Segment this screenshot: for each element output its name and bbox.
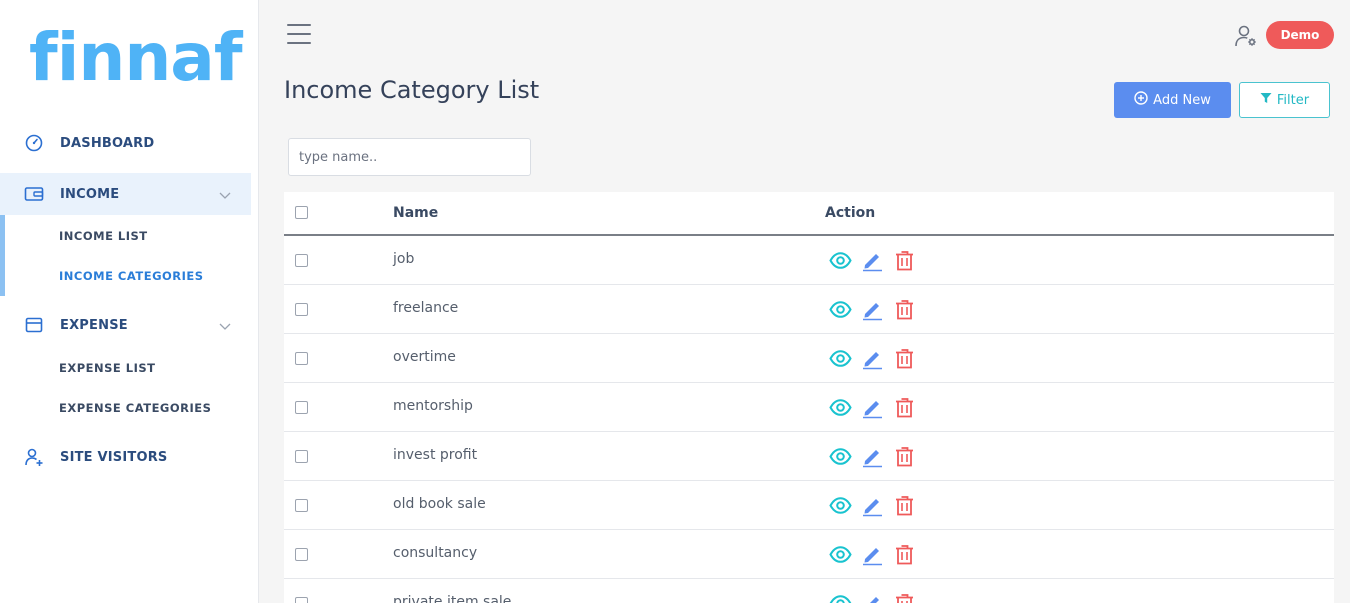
pencil-icon[interactable] <box>861 396 884 419</box>
category-name: freelance <box>393 300 459 316</box>
sidebar-item-income[interactable]: INCOME <box>0 173 251 215</box>
pencil-icon[interactable] <box>861 494 884 517</box>
row-checkbox[interactable] <box>295 548 308 561</box>
card-icon <box>24 315 44 335</box>
sidebar-subitem-expense-list[interactable]: EXPENSE LIST <box>59 361 156 375</box>
row-actions <box>829 592 916 603</box>
table-header: Name Action <box>284 192 1334 236</box>
row-checkbox[interactable] <box>295 499 308 512</box>
trash-icon[interactable] <box>893 347 916 370</box>
wallet-icon <box>24 184 44 204</box>
table-row: overtime <box>284 334 1334 383</box>
eye-icon[interactable] <box>829 543 852 566</box>
add-new-button[interactable]: Add New <box>1114 82 1231 118</box>
sidebar-subitem-expense-categories[interactable]: EXPENSE CATEGORIES <box>59 401 211 415</box>
row-checkbox[interactable] <box>295 303 308 316</box>
eye-icon[interactable] <box>829 592 852 603</box>
table-row: mentorship <box>284 383 1334 432</box>
sidebar-item-site-visitors[interactable]: SITE VISITORS <box>0 436 251 478</box>
filter-label: Filter <box>1276 92 1310 108</box>
row-actions <box>829 249 916 272</box>
eye-icon[interactable] <box>829 396 852 419</box>
table-row: job <box>284 236 1334 285</box>
category-name: overtime <box>393 349 456 365</box>
eye-icon[interactable] <box>829 249 852 272</box>
pencil-icon[interactable] <box>861 543 884 566</box>
table-row: old book sale <box>284 481 1334 530</box>
category-name: old book sale <box>393 496 486 512</box>
sidebar-item-label: DASHBOARD <box>60 135 155 151</box>
table-body: job freelance overtime mentorship invest… <box>284 236 1334 603</box>
sidebar: finnaf DASHBOARD INCOME INCOME LIST INCO… <box>0 0 259 603</box>
chevron-down-icon <box>218 187 232 201</box>
page-title: Income Category List <box>284 76 540 104</box>
column-header-action: Action <box>825 205 876 221</box>
add-new-label: Add New <box>1153 92 1211 108</box>
trash-icon[interactable] <box>893 494 916 517</box>
sidebar-item-dashboard[interactable]: DASHBOARD <box>0 122 251 164</box>
plus-circle-icon <box>1134 91 1148 109</box>
eye-icon[interactable] <box>829 347 852 370</box>
row-actions <box>829 298 916 321</box>
eye-icon[interactable] <box>829 298 852 321</box>
category-name: private item sale <box>393 594 512 603</box>
row-actions <box>829 494 916 517</box>
hamburger-icon[interactable] <box>287 24 311 46</box>
brand-logo[interactable]: finnaf <box>29 18 243 98</box>
filter-button[interactable]: Filter <box>1239 82 1330 118</box>
pencil-icon[interactable] <box>861 445 884 468</box>
select-all-checkbox[interactable] <box>295 206 308 219</box>
trash-icon[interactable] <box>893 249 916 272</box>
filter-icon <box>1260 92 1272 108</box>
row-actions <box>829 347 916 370</box>
trash-icon[interactable] <box>893 543 916 566</box>
table-row: invest profit <box>284 432 1334 481</box>
pencil-icon[interactable] <box>861 249 884 272</box>
row-actions <box>829 543 916 566</box>
pencil-icon[interactable] <box>861 592 884 603</box>
pencil-icon[interactable] <box>861 298 884 321</box>
category-name: consultancy <box>393 545 478 561</box>
row-checkbox[interactable] <box>295 254 308 267</box>
trash-icon[interactable] <box>893 298 916 321</box>
pencil-icon[interactable] <box>861 347 884 370</box>
category-table: Name Action job freelance overtime mento… <box>284 192 1334 603</box>
category-name: job <box>393 251 415 267</box>
demo-badge[interactable]: Demo <box>1266 21 1334 49</box>
user-plus-icon <box>24 447 44 467</box>
eye-icon[interactable] <box>829 445 852 468</box>
column-header-name[interactable]: Name <box>393 205 438 221</box>
row-checkbox[interactable] <box>295 450 308 463</box>
sidebar-item-label: INCOME <box>60 186 120 202</box>
trash-icon[interactable] <box>893 592 916 603</box>
sidebar-item-label: EXPENSE <box>60 317 128 333</box>
table-row: private item sale <box>284 579 1334 603</box>
row-checkbox[interactable] <box>295 352 308 365</box>
row-checkbox[interactable] <box>295 597 308 603</box>
table-row: consultancy <box>284 530 1334 579</box>
row-actions <box>829 396 916 419</box>
category-name: invest profit <box>393 447 478 463</box>
category-name: mentorship <box>393 398 473 414</box>
row-checkbox[interactable] <box>295 401 308 414</box>
sidebar-subitem-income-list[interactable]: INCOME LIST <box>59 229 148 243</box>
row-actions <box>829 445 916 468</box>
speedometer-icon <box>24 133 44 153</box>
trash-icon[interactable] <box>893 396 916 419</box>
sidebar-item-label: SITE VISITORS <box>60 449 168 465</box>
sidebar-subitem-income-categories[interactable]: INCOME CATEGORIES <box>59 269 204 283</box>
trash-icon[interactable] <box>893 445 916 468</box>
eye-icon[interactable] <box>829 494 852 517</box>
search-input[interactable] <box>288 138 531 176</box>
sidebar-item-expense[interactable]: EXPENSE <box>0 304 251 346</box>
table-row: freelance <box>284 285 1334 334</box>
chevron-down-icon <box>218 318 232 332</box>
user-settings-icon[interactable] <box>1234 24 1258 48</box>
